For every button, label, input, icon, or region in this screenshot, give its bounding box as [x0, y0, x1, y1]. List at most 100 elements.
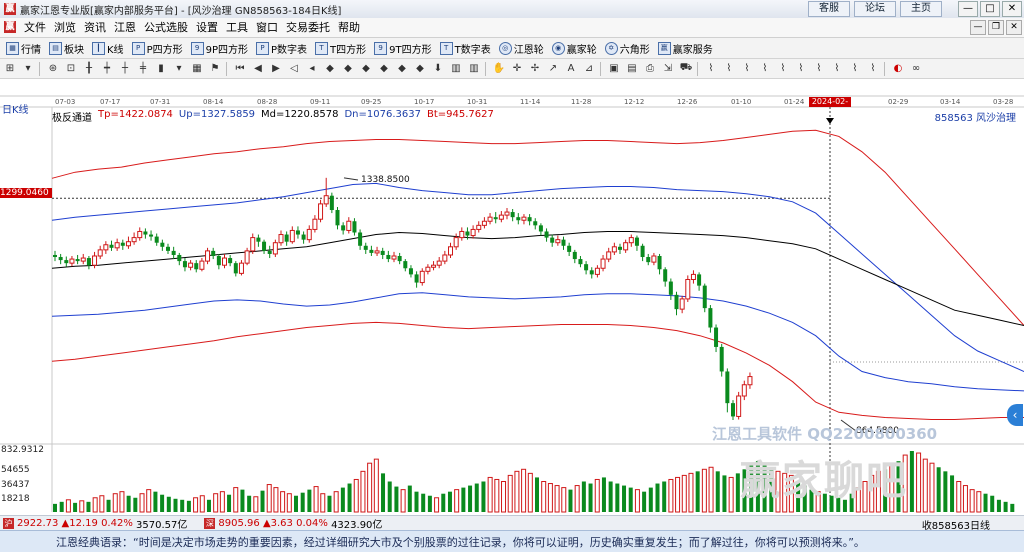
candle-body [481, 220, 487, 226]
date-tick-label: 01-10 [731, 98, 752, 106]
high-annotation: 1338.8500 [361, 175, 410, 185]
volume-bar [547, 483, 553, 513]
candle-body [448, 246, 453, 256]
sh-index-change: ▲12.19 [61, 517, 98, 529]
candle-body [567, 245, 572, 252]
volume-bar [447, 491, 452, 512]
volume-bar [481, 481, 486, 512]
candle-body [493, 217, 498, 220]
indicator-md: Md=1220.8578 [261, 109, 339, 120]
indicator-tp: Tp=1422.0874 [98, 109, 173, 120]
volume-bar [708, 466, 714, 513]
volume-bar [929, 462, 935, 513]
volume-bar [313, 486, 319, 513]
volume-bar [146, 489, 152, 513]
indicator-name: 极反通道 [52, 113, 92, 124]
volume-bar [407, 485, 412, 512]
candle-body [125, 241, 131, 247]
candle-body [137, 230, 143, 239]
volume-bar [206, 499, 211, 512]
volume-bar [969, 489, 975, 513]
volume-bar [213, 493, 219, 513]
candle-body [436, 260, 442, 266]
date-tick-label: 09-11 [310, 98, 331, 106]
status-bar: 沪 2922.73 ▲12.19 0.42% 3570.57亿 深 8905.9… [0, 515, 1024, 532]
volume-bar [79, 500, 85, 513]
scroll-right-icon[interactable]: ‹ [1007, 404, 1023, 426]
candle-body [606, 251, 612, 260]
volume-bar [507, 474, 513, 513]
candle-body [741, 384, 747, 397]
volume-bar [916, 452, 922, 513]
watermark-contact: 江恩工具软件 QQ2200800360 [712, 425, 938, 443]
volume-bar [950, 475, 955, 512]
volume-bar [333, 491, 339, 513]
candle-body [188, 262, 194, 268]
volume-bar [260, 490, 265, 512]
candle-body [674, 294, 679, 310]
volume-bar [474, 483, 479, 512]
candle-body [714, 327, 719, 347]
volume-bar [521, 468, 527, 513]
candle-body [386, 254, 391, 260]
volume-bar [909, 451, 914, 512]
candle-body [250, 237, 256, 252]
volume-bar [675, 476, 681, 513]
volume-bar [688, 472, 694, 513]
indicator-bt: Bt=945.7627 [426, 109, 494, 120]
volume-bar [400, 489, 406, 513]
volume-bar [307, 489, 312, 512]
candle-body [736, 395, 742, 417]
volume-bar [106, 499, 111, 512]
volume-bar [347, 483, 352, 512]
volume-bar [65, 499, 71, 513]
candle-body [166, 246, 170, 251]
candle-body [238, 262, 244, 274]
volume-bar [219, 491, 225, 513]
candle-body [668, 281, 673, 295]
volume-bar [294, 495, 298, 512]
candle-body [103, 244, 109, 251]
candle-body [323, 195, 329, 205]
candle-body [442, 254, 448, 262]
candle-body [611, 246, 617, 253]
candle-body [199, 260, 205, 270]
volume-bar [668, 478, 674, 513]
candle-body [572, 251, 577, 260]
candle-body [414, 274, 419, 283]
period-label: 日K线 [2, 105, 29, 116]
candle-body [725, 371, 730, 404]
date-tick-label: 03-14 [940, 98, 961, 106]
volume-bar [728, 476, 734, 513]
candle-body [182, 261, 187, 268]
candle-body [69, 258, 75, 264]
candle-body [397, 255, 402, 262]
band-bt-line [51, 321, 1024, 420]
candle-body [120, 242, 125, 246]
candle-body [380, 250, 385, 255]
candle-body [272, 242, 278, 255]
volume-bar [936, 467, 941, 512]
volume-bar [655, 483, 660, 512]
volume-bar [280, 491, 286, 513]
candle-body [80, 257, 86, 262]
candle-body [244, 250, 250, 264]
volume-bar [227, 494, 232, 512]
candle-body [306, 228, 312, 241]
volume-bar [990, 495, 995, 512]
volume-axis-max: 832.9312 [1, 445, 44, 455]
volume-bar [983, 493, 988, 512]
volume-bar [608, 481, 613, 512]
date-tick-label: 07-17 [100, 98, 121, 106]
candle-body [476, 224, 482, 230]
stock-label: 858563 风沙治理 [934, 113, 1016, 124]
volume-bar [681, 474, 687, 513]
candle-body [504, 211, 510, 216]
volume-bar [247, 495, 252, 512]
date-tick-label: 11-28 [571, 98, 592, 106]
volume-bar [266, 484, 272, 513]
volume-bar [153, 491, 158, 512]
candle-body [731, 403, 735, 417]
candle-body [92, 255, 98, 266]
candle-body [544, 231, 549, 238]
